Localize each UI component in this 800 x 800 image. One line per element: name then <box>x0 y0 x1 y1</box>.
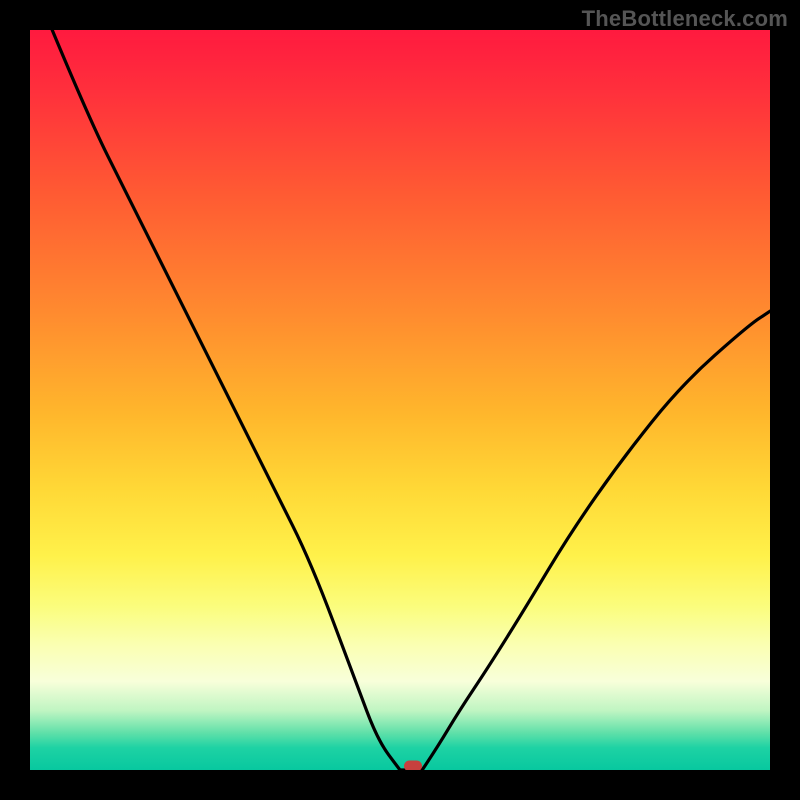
chart-frame: TheBottleneck.com <box>0 0 800 800</box>
plot-area <box>30 30 770 770</box>
watermark-text: TheBottleneck.com <box>582 6 788 32</box>
min-marker-icon <box>404 760 422 770</box>
bottleneck-curve <box>30 30 770 770</box>
curve-path <box>52 30 770 770</box>
